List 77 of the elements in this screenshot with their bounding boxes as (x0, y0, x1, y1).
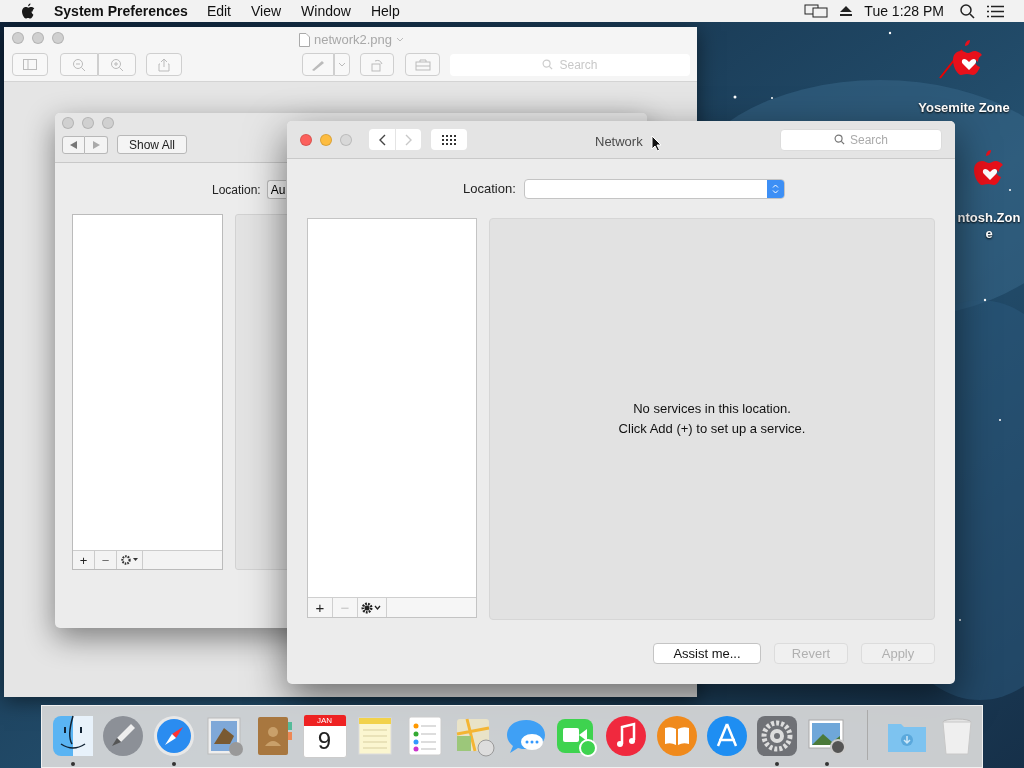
search-icon (542, 59, 554, 71)
calendar-icon[interactable]: JAN 9 (302, 714, 347, 758)
minimize-button[interactable] (32, 31, 44, 44)
cursor-icon (651, 135, 662, 152)
close-button[interactable] (12, 31, 24, 44)
search-icon[interactable] (960, 3, 975, 19)
menu-item[interactable]: Window (301, 0, 351, 22)
gear-icon[interactable] (755, 714, 800, 758)
share-icon (158, 57, 170, 72)
zoom-in-button[interactable] (98, 53, 136, 77)
location-label: Location: (212, 181, 261, 199)
compass-icon[interactable] (151, 714, 196, 758)
menu-item[interactable]: Help (370, 0, 400, 22)
sidebar-icon (23, 59, 37, 71)
chevron-left-icon (378, 133, 386, 146)
chevron-right-icon (404, 133, 413, 146)
show-all-button[interactable] (431, 129, 467, 150)
toolbox-icon (414, 58, 431, 71)
zoom-out-icon (72, 57, 86, 72)
menu-item[interactable]: Edit (206, 0, 231, 22)
pen-icon (310, 58, 326, 71)
zoom-in-icon (110, 57, 124, 72)
zoom-button[interactable] (340, 133, 352, 146)
empty-message: Click Add (+) to set up a service. (618, 420, 806, 438)
file-icon (299, 32, 310, 47)
grid-icon (442, 134, 456, 145)
window-title: network2.png (314, 31, 393, 49)
zoom-button[interactable] (102, 116, 114, 129)
zoom-out-button[interactable] (60, 53, 98, 77)
rotate-icon (370, 57, 384, 72)
minimize-button[interactable] (320, 133, 332, 146)
gear-icon (361, 601, 383, 614)
triangle-right-icon (92, 140, 100, 149)
open-book-icon[interactable] (654, 714, 699, 758)
window-title: Network (595, 133, 643, 151)
empty-message: No services in this location. (633, 400, 791, 418)
display-mirror-icon[interactable] (804, 4, 829, 18)
close-button[interactable] (62, 116, 74, 129)
apple-logo-icon[interactable] (21, 3, 35, 19)
finder-face-icon[interactable] (51, 714, 96, 758)
forward-button[interactable] (85, 135, 108, 154)
back-button[interactable] (62, 135, 85, 154)
clock[interactable]: Tue 1:28 PM (864, 0, 944, 22)
eject-icon[interactable] (840, 5, 853, 17)
chevron-down-icon (338, 61, 346, 68)
stepper-icon (771, 183, 779, 195)
chevron-down-icon[interactable] (396, 36, 405, 43)
sidebar-button[interactable] (12, 53, 48, 77)
music-note-icon[interactable] (604, 714, 649, 758)
search-icon (834, 134, 845, 145)
list-icon[interactable] (987, 4, 1004, 18)
calendar-day: 9 (317, 726, 332, 756)
location-popup[interactable]: Au (266, 180, 286, 199)
back-button[interactable] (369, 129, 395, 150)
add-button[interactable]: + (308, 598, 333, 617)
location-popup[interactable] (523, 179, 785, 199)
zoom-button[interactable] (52, 31, 64, 44)
desktop-icon-label[interactable]: ntosh.Zon e (957, 210, 1021, 242)
remove-button[interactable]: − (95, 551, 117, 569)
share-button[interactable] (146, 53, 182, 77)
app-menu[interactable]: System Preferences (54, 0, 188, 22)
close-button[interactable] (300, 133, 312, 146)
desktop-icon-label[interactable]: Yosemite Zone (918, 100, 1010, 116)
markup-menu-button[interactable] (334, 53, 350, 77)
markup-button[interactable] (302, 53, 334, 77)
push-button[interactable]: Assist me... (653, 643, 761, 664)
minimize-button[interactable] (82, 116, 94, 129)
menu-item[interactable]: View (251, 0, 282, 22)
calendar-month: JAN (303, 715, 346, 726)
add-button[interactable]: + (73, 551, 95, 569)
location-label: Location: (463, 180, 516, 199)
show-all-button[interactable]: Show All (117, 135, 187, 154)
gear-icon (120, 555, 139, 565)
app-store-icon[interactable] (704, 714, 749, 758)
toolbox-button[interactable] (405, 53, 440, 77)
triangle-left-icon (70, 140, 77, 149)
rotate-button[interactable] (360, 53, 394, 77)
